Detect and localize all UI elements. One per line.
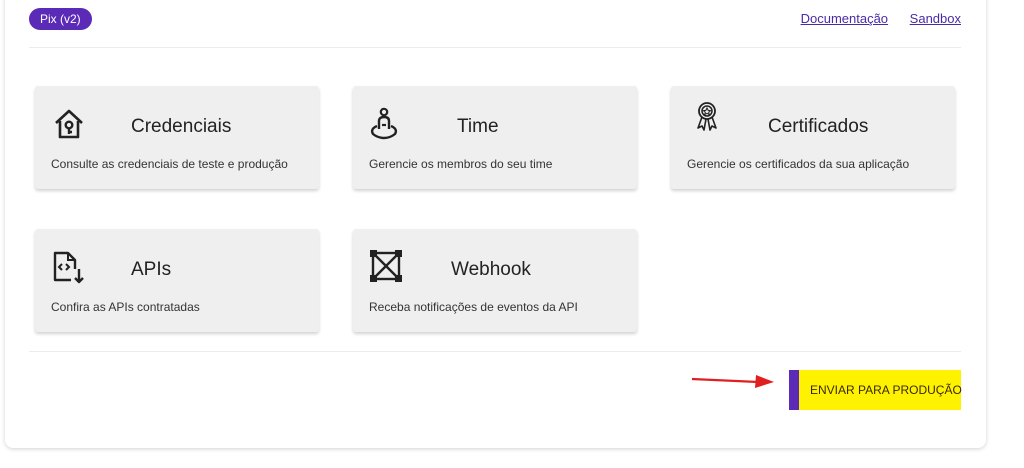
- webhook-card[interactable]: Webhook Receba notificações de eventos d…: [353, 229, 637, 332]
- card-title: Certificados: [768, 116, 869, 137]
- house-key-icon: [55, 109, 83, 139]
- team-person-icon: [370, 107, 398, 140]
- card-description: Receba notificações de eventos da API: [369, 300, 578, 314]
- card-description: Confira as APIs contratadas: [51, 300, 200, 314]
- header-links: Documentação Sandbox: [783, 11, 961, 26]
- card-description: Gerencie os certificados da sua aplicaçã…: [687, 157, 910, 171]
- credentials-card[interactable]: Credenciais Consulte as credenciais de t…: [35, 86, 319, 189]
- apis-card[interactable]: APIs Confira as APIs contratadas: [35, 229, 319, 332]
- card-title: Time: [457, 116, 499, 137]
- send-to-production-button[interactable]: ENVIAR PARA PRODUÇÃO: [789, 370, 962, 410]
- api-version-badge: Pix (v2): [29, 8, 92, 30]
- sandbox-link[interactable]: Sandbox: [910, 11, 961, 26]
- award-ribbon-icon: [697, 102, 717, 131]
- code-file-download-icon: [53, 251, 84, 284]
- card-description: Gerencie os membros do seu time: [369, 157, 553, 171]
- certificates-card[interactable]: Certificados Gerencie os certificados da…: [671, 86, 955, 189]
- annotation-arrow-icon: [691, 375, 774, 388]
- documentation-link[interactable]: Documentação: [801, 11, 888, 26]
- card-title: Webhook: [451, 259, 531, 280]
- card-description: Consulte as credenciais de teste e produ…: [51, 157, 288, 171]
- bottom-divider: [29, 351, 961, 352]
- card-title: APIs: [131, 259, 172, 280]
- cta-label: ENVIAR PARA PRODUÇÃO: [810, 383, 962, 397]
- webhook-network-icon: [370, 250, 402, 282]
- cta-accent-bar: [789, 370, 799, 410]
- card-title: Credenciais: [131, 116, 232, 137]
- team-card[interactable]: Time Gerencie os membros do seu time: [353, 86, 637, 189]
- top-divider: [29, 47, 961, 48]
